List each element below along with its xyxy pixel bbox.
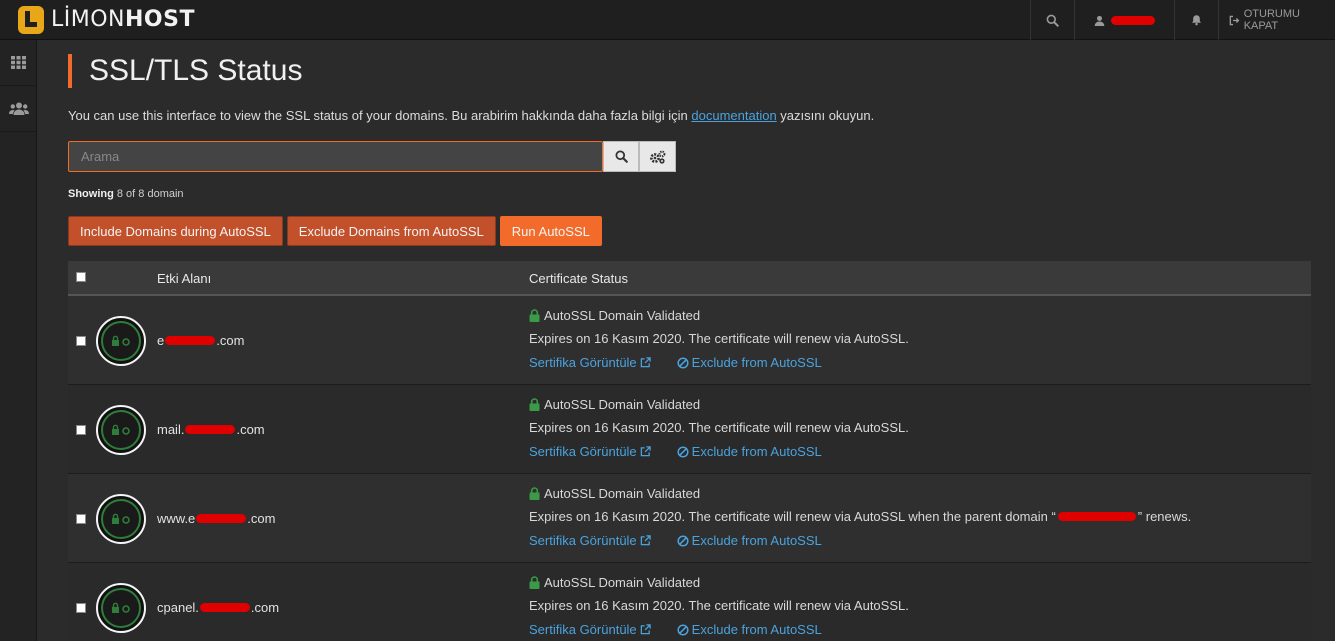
limon-logo-icon [18, 5, 44, 34]
logout-icon [1229, 15, 1240, 25]
page-title: SSL/TLS Status [89, 54, 303, 87]
certificate-expiry: Expires on 16 Kasım 2020. The certificat… [529, 509, 1192, 524]
lock-icon [529, 309, 540, 322]
exclude-from-autossl-link[interactable]: Exclude from AutoSSL [677, 444, 822, 459]
brand-name-bold: HOST [125, 7, 195, 32]
ssl-badge-icon [96, 583, 146, 633]
left-sidebar [0, 40, 37, 641]
header-domain: Etki Alanı [157, 271, 212, 286]
gears-icon [650, 150, 666, 164]
row-checkbox[interactable] [76, 336, 86, 346]
row-actions: Sertifika Görüntüle Exclude from AutoSSL [529, 355, 848, 370]
row-actions: Sertifika Görüntüle Exclude from AutoSSL [529, 622, 848, 637]
logout-button[interactable]: OTURUMU KAPAT [1218, 0, 1335, 40]
redacted-parent-domain [1057, 512, 1136, 521]
autossl-actions: Include Domains during AutoSSL Exclude D… [68, 216, 602, 246]
redacted-domain [165, 336, 216, 345]
bell-icon [1192, 15, 1201, 26]
search-button[interactable] [603, 141, 639, 172]
lock-icon [529, 576, 540, 589]
external-link-icon [640, 624, 651, 635]
redacted-domain [199, 603, 250, 612]
search-input[interactable] [68, 141, 603, 172]
table-row: mail. .com AutoSSL Domain Validated Expir… [68, 385, 1311, 474]
redacted-domain [196, 514, 247, 523]
external-link-icon [640, 535, 651, 546]
view-certificate-link[interactable]: Sertifika Görüntüle [529, 355, 651, 370]
sidebar-item-users[interactable] [0, 86, 37, 132]
table-row: cpanel. .com AutoSSL Domain Validated Exp… [68, 563, 1311, 641]
exclude-domains-button[interactable]: Exclude Domains from AutoSSL [286, 216, 496, 246]
view-certificate-link[interactable]: Sertifika Görüntüle [529, 444, 651, 459]
view-certificate-link[interactable]: Sertifika Görüntüle [529, 622, 651, 637]
exclude-from-autossl-link[interactable]: Exclude from AutoSSL [677, 622, 822, 637]
sidebar-item-home[interactable] [0, 40, 37, 86]
row-checkbox[interactable] [76, 425, 86, 435]
brand-name-light: LİMON [51, 7, 125, 32]
logout-label: OTURUMU KAPAT [1243, 8, 1300, 32]
select-all-checkbox[interactable] [76, 272, 86, 282]
top-bar: LİMONHOST OTURUMU KAPAT [0, 0, 1335, 40]
domain-name: mail. .com [157, 422, 265, 437]
top-search-button[interactable] [1030, 0, 1074, 40]
desc-after: yazısını okuyun. [776, 108, 875, 123]
domain-name: e .com [157, 333, 245, 348]
certificate-status: AutoSSL Domain Validated [529, 397, 700, 412]
documentation-link[interactable]: documentation [691, 108, 776, 123]
certificate-expiry: Expires on 16 Kasım 2020. The certificat… [529, 331, 909, 346]
search-settings-button[interactable] [639, 141, 676, 172]
search-icon [1046, 14, 1059, 27]
notifications-button[interactable] [1174, 0, 1218, 40]
ssl-badge-icon [96, 405, 146, 455]
ban-icon [677, 445, 689, 458]
certificate-status: AutoSSL Domain Validated [529, 575, 700, 590]
external-link-icon [640, 357, 651, 368]
ban-icon [677, 623, 689, 636]
exclude-from-autossl-link[interactable]: Exclude from AutoSSL [677, 355, 822, 370]
include-domains-button[interactable]: Include Domains during AutoSSL [68, 216, 283, 246]
domain-name: www.e .com [157, 511, 276, 526]
run-autossl-button[interactable]: Run AutoSSL [499, 216, 602, 246]
showing-text: 8 of 8 domain [113, 188, 184, 200]
page-title-wrap: SSL/TLS Status [68, 54, 302, 88]
certificate-expiry: Expires on 16 Kasım 2020. The certificat… [529, 598, 909, 613]
search-bar [68, 141, 676, 172]
ban-icon [677, 356, 689, 369]
users-icon [8, 102, 29, 115]
row-checkbox[interactable] [76, 514, 86, 524]
domain-name: cpanel. .com [157, 600, 280, 615]
exclude-from-autossl-link[interactable]: Exclude from AutoSSL [677, 533, 822, 548]
showing-label: Showing [68, 188, 114, 200]
showing-count: Showing 8 of 8 domain [68, 188, 184, 200]
grid-icon [11, 56, 26, 69]
ban-icon [677, 534, 689, 547]
lock-icon [529, 398, 540, 411]
redacted-username [1111, 15, 1155, 25]
view-certificate-link[interactable]: Sertifika Görüntüle [529, 533, 651, 548]
ssl-badge-icon [96, 316, 146, 366]
lock-icon [529, 487, 540, 500]
table-row: e .com AutoSSL Domain Validated Expires o… [68, 296, 1311, 385]
table-row: www.e .com AutoSSL Domain Validated Expir… [68, 474, 1311, 563]
row-checkbox[interactable] [76, 603, 86, 613]
brand-logo[interactable]: LİMONHOST [0, 0, 195, 40]
top-right-controls: OTURUMU KAPAT [1030, 0, 1335, 40]
certificate-status: AutoSSL Domain Validated [529, 308, 700, 323]
certificate-expiry: Expires on 16 Kasım 2020. The certificat… [529, 420, 909, 435]
table-header: Etki Alanı Certificate Status [68, 261, 1311, 296]
certificate-status: AutoSSL Domain Validated [529, 486, 700, 501]
row-actions: Sertifika Görüntüle Exclude from AutoSSL [529, 533, 848, 548]
redacted-domain [185, 425, 236, 434]
user-icon [1094, 15, 1105, 26]
row-actions: Sertifika Görüntüle Exclude from AutoSSL [529, 444, 848, 459]
page-description: You can use this interface to view the S… [68, 108, 874, 123]
external-link-icon [640, 446, 651, 457]
user-menu-button[interactable] [1074, 0, 1174, 40]
search-icon [614, 150, 628, 163]
ssl-badge-icon [96, 494, 146, 544]
desc-before: You can use this interface to view the S… [68, 108, 692, 123]
header-certificate-status: Certificate Status [529, 271, 628, 286]
domains-table: Etki Alanı Certificate Status e .com Auto… [68, 261, 1311, 641]
